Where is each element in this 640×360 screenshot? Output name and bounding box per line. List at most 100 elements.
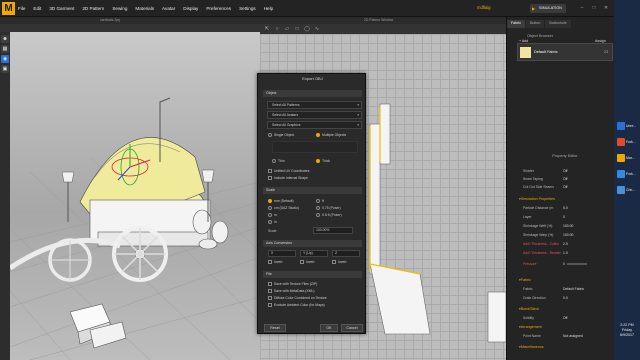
polygon-tool-icon[interactable]: ▱: [284, 26, 290, 32]
pressure-slider[interactable]: [567, 263, 587, 265]
tab-buttonhole[interactable]: Buttonhole: [545, 20, 571, 28]
scale-option[interactable]: ft: [316, 198, 324, 205]
avatar-view-icon[interactable]: ☻: [1, 35, 9, 43]
menu-avatar[interactable]: Avatar: [162, 6, 175, 11]
scale-option[interactable]: 0.75 (Poser): [316, 205, 341, 212]
multiple-objects-radio[interactable]: Multiple Objects: [316, 132, 346, 139]
scale-option[interactable]: cm (DAZ Studio): [268, 205, 299, 212]
2d-window-title: 2D Pattern Window: [364, 18, 394, 22]
exclude-ambient-checkbox[interactable]: Exclude Ambient Color (for Maya): [268, 302, 325, 308]
prop-row[interactable]: Layer 0: [523, 213, 611, 221]
prop-label: Fabric: [523, 287, 533, 291]
axis-y-select[interactable]: Y (Up): [300, 250, 328, 257]
prop-row[interactable]: Grain Direction 0.0: [523, 294, 611, 302]
camera-view-icon[interactable]: ▣: [1, 65, 9, 73]
mesh-view-icon[interactable]: ◉: [1, 55, 9, 63]
prop-row[interactable]: Solidify Off: [523, 314, 611, 322]
rectangle-tool-icon[interactable]: □: [294, 26, 300, 32]
menu-2d-pattern[interactable]: 2D Pattern: [82, 6, 104, 11]
include-internal-checkbox[interactable]: Include Internal Shape: [268, 175, 308, 181]
scale-option[interactable]: m: [268, 212, 277, 219]
box-model[interactable]: [69, 303, 127, 349]
prop-row[interactable]: Fabric Default Fabric: [523, 285, 611, 293]
tab-fabric[interactable]: Fabric: [507, 20, 525, 28]
seam-tool-icon[interactable]: ∿: [314, 26, 320, 32]
save-metadata-checkbox[interactable]: Save with MetaData (XML): [268, 288, 315, 294]
unified-uv-checkbox[interactable]: Unified UV Coordinates: [268, 168, 309, 174]
prop-row[interactable]: Particle Distance (m 5.0: [523, 204, 611, 212]
bond-skive-header[interactable]: Bond/Skive: [519, 305, 539, 313]
taskbar-item[interactable]: Fork...: [617, 170, 637, 184]
prop-row[interactable]: Point Name Not assigned: [523, 332, 611, 340]
menu-file[interactable]: File: [18, 6, 25, 11]
single-object-radio[interactable]: Single Object: [268, 132, 294, 139]
simulation-button[interactable]: SIMULATION: [530, 4, 566, 13]
menu-display[interactable]: Display: [183, 6, 198, 11]
user-name[interactable]: mdflaig: [477, 5, 491, 10]
menu-edit[interactable]: Edit: [33, 6, 41, 11]
select-graphics-dropdown[interactable]: Select All Graphics: [267, 121, 362, 129]
prop-label: Shader: [523, 169, 534, 173]
object-browser-title: Object Browser: [527, 34, 553, 38]
close-icon[interactable]: ✕: [602, 4, 610, 12]
miscellaneous-header[interactable]: Miscellaneous: [519, 343, 544, 351]
save-textures-checkbox[interactable]: Save with Texture Files (ZIP): [268, 281, 317, 287]
menu-sewing[interactable]: Sewing: [112, 6, 127, 11]
app-icon: [617, 138, 625, 146]
prop-row[interactable]: Shader Off: [523, 167, 611, 175]
invert-x-checkbox[interactable]: Invert: [268, 259, 282, 265]
scale-input[interactable]: 100.00%: [313, 227, 353, 234]
cancel-button[interactable]: Cancel: [341, 324, 363, 332]
menu-settings[interactable]: Settings: [239, 6, 256, 11]
object-section-header[interactable]: Object: [263, 90, 362, 97]
menu-preferences[interactable]: Preferences: [206, 6, 231, 11]
carriage-model[interactable]: [10, 97, 229, 282]
system-clock[interactable]: 2:22 PM Friday 6/9/2017: [614, 323, 640, 338]
minimize-icon[interactable]: –: [578, 4, 586, 12]
texture-view-icon[interactable]: ▦: [1, 45, 9, 53]
prop-label: Pressure: [523, 262, 537, 266]
axis-z-select[interactable]: Z: [332, 250, 360, 257]
menu-3d-garment[interactable]: 3D Garment: [49, 6, 74, 11]
simulation-properties-header[interactable]: Simulation Properties: [519, 195, 555, 203]
axis-conversion-header[interactable]: Axis Conversion: [263, 240, 362, 247]
prop-row[interactable]: Shrinkage Weft (%) 100.00: [523, 222, 611, 230]
select-avatars-dropdown[interactable]: Select All Avatars: [267, 111, 362, 119]
scale-section-header[interactable]: Scale: [263, 187, 362, 194]
circle-tool-icon[interactable]: ◯: [304, 26, 310, 32]
diffuse-color-checkbox[interactable]: Diffuse Color Combined on Texture: [268, 295, 327, 301]
prop-row[interactable]: Seam Taping Off: [523, 175, 611, 183]
fabric-header[interactable]: Fabric: [519, 276, 531, 284]
maximize-icon[interactable]: □: [590, 4, 598, 12]
prop-row[interactable]: Cut Out Side Seams Off: [523, 183, 611, 191]
prop-row[interactable]: Add'l Thickness - Collisi 2.5: [523, 240, 611, 248]
fabric-list-item[interactable]: Default Fabric 23: [517, 43, 613, 61]
reset-button[interactable]: Reset: [264, 324, 286, 332]
arrangement-header[interactable]: Arrangement: [519, 323, 542, 331]
taskbar-item[interactable]: Chri...: [617, 186, 637, 200]
prop-row[interactable]: Add'l Thickness - Render 1.0: [523, 249, 611, 257]
menu-materials[interactable]: Materials: [135, 6, 154, 11]
prop-row[interactable]: Shrinkage Warp (%) 100.00: [523, 231, 611, 239]
menu-help[interactable]: Help: [264, 6, 273, 11]
tab-button[interactable]: Button: [526, 20, 545, 28]
taskbar-item[interactable]: Mar...: [617, 154, 637, 168]
thick-radio[interactable]: Thick: [316, 158, 330, 165]
scale-option[interactable]: in: [268, 219, 277, 226]
transform-tool-icon[interactable]: ⇱: [264, 26, 270, 32]
thin-radio[interactable]: Thin: [272, 158, 285, 165]
fabric-name: Default Fabric: [534, 50, 558, 54]
scale-option[interactable]: 0.6 ft (Poser): [316, 212, 342, 219]
file-section-header[interactable]: File: [263, 271, 362, 278]
invert-y-checkbox[interactable]: Invert: [300, 259, 314, 265]
select-patterns-dropdown[interactable]: Select All Patterns: [267, 101, 362, 109]
invert-z-checkbox[interactable]: Invert: [332, 259, 346, 265]
prop-value: 0.0: [563, 296, 568, 300]
taskbar-item[interactable]: Unre...: [617, 122, 637, 136]
ok-button[interactable]: OK: [320, 324, 338, 332]
scale-option[interactable]: mm (Default): [268, 198, 294, 205]
taskbar-item[interactable]: Furk...: [617, 138, 637, 152]
axis-x-select[interactable]: X: [268, 250, 296, 257]
3d-viewport[interactable]: [10, 32, 260, 360]
edit-point-icon[interactable]: ○: [274, 26, 280, 32]
